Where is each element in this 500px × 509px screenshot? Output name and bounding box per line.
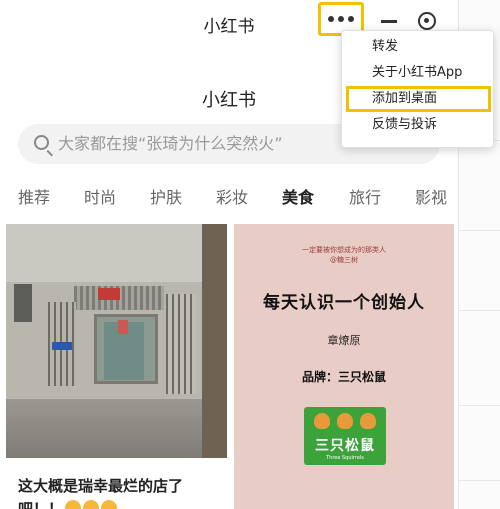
- poster-title: 每天认识一个创始人: [263, 293, 425, 313]
- note-card[interactable]: 这大概是瑞幸最烂的店了 吧！！: [6, 224, 227, 509]
- menu-item-about[interactable]: 关于小红书App: [346, 60, 491, 86]
- three-squirrels-logo: 三只松鼠 Three Squirrels: [304, 407, 386, 465]
- tab-makeup[interactable]: 彩妆: [216, 184, 248, 208]
- dot-icon: [338, 16, 344, 22]
- founder-poster: 一定要被你想成为的那类人 @糖三树 每天认识一个创始人 章燎原 品牌：三只松鼠 …: [234, 224, 454, 509]
- close-target-icon[interactable]: [418, 12, 436, 30]
- search-icon: [34, 135, 49, 150]
- note-card[interactable]: 一定要被你想成为的那类人 @糖三树 每天认识一个创始人 章燎原 品牌：三只松鼠 …: [234, 224, 454, 509]
- note-title-line2: 吧！！: [18, 498, 118, 509]
- tab-movies[interactable]: 影视: [415, 184, 447, 208]
- note-title: 这大概是瑞幸最烂的店了: [18, 477, 184, 495]
- category-tabs: 推荐 时尚 护肤 彩妆 美食 旅行 影视: [0, 184, 458, 212]
- tab-food[interactable]: 美食: [282, 184, 314, 208]
- tab-recommend[interactable]: 推荐: [18, 184, 50, 208]
- dot-icon: [328, 16, 334, 22]
- menu-item-add-to-desktop[interactable]: 添加到桌面: [346, 86, 491, 112]
- shop-photo: [6, 224, 227, 458]
- menu-item-share[interactable]: 转发: [346, 34, 491, 60]
- poster-handle: @糖三树: [330, 256, 358, 264]
- tab-skincare[interactable]: 护肤: [150, 184, 182, 208]
- poster-author: 章燎原: [327, 334, 361, 347]
- more-options-menu: 转发 关于小红书App 添加到桌面 反馈与投诉: [341, 30, 494, 148]
- sad-emoji-icon: [101, 500, 118, 509]
- tab-travel[interactable]: 旅行: [349, 184, 381, 208]
- sad-emoji-icon: [65, 500, 82, 509]
- tab-fashion[interactable]: 时尚: [84, 184, 116, 208]
- poster-subtitle: 一定要被你想成为的那类人: [302, 246, 386, 254]
- search-placeholder: 大家都在搜“张琦为什么突然火”: [58, 134, 283, 153]
- minimize-icon[interactable]: [381, 20, 397, 23]
- menu-item-feedback[interactable]: 反馈与投诉: [346, 112, 491, 138]
- poster-brand: 品牌：三只松鼠: [301, 370, 386, 384]
- dot-icon: [348, 16, 354, 22]
- sad-emoji-icon: [83, 500, 100, 509]
